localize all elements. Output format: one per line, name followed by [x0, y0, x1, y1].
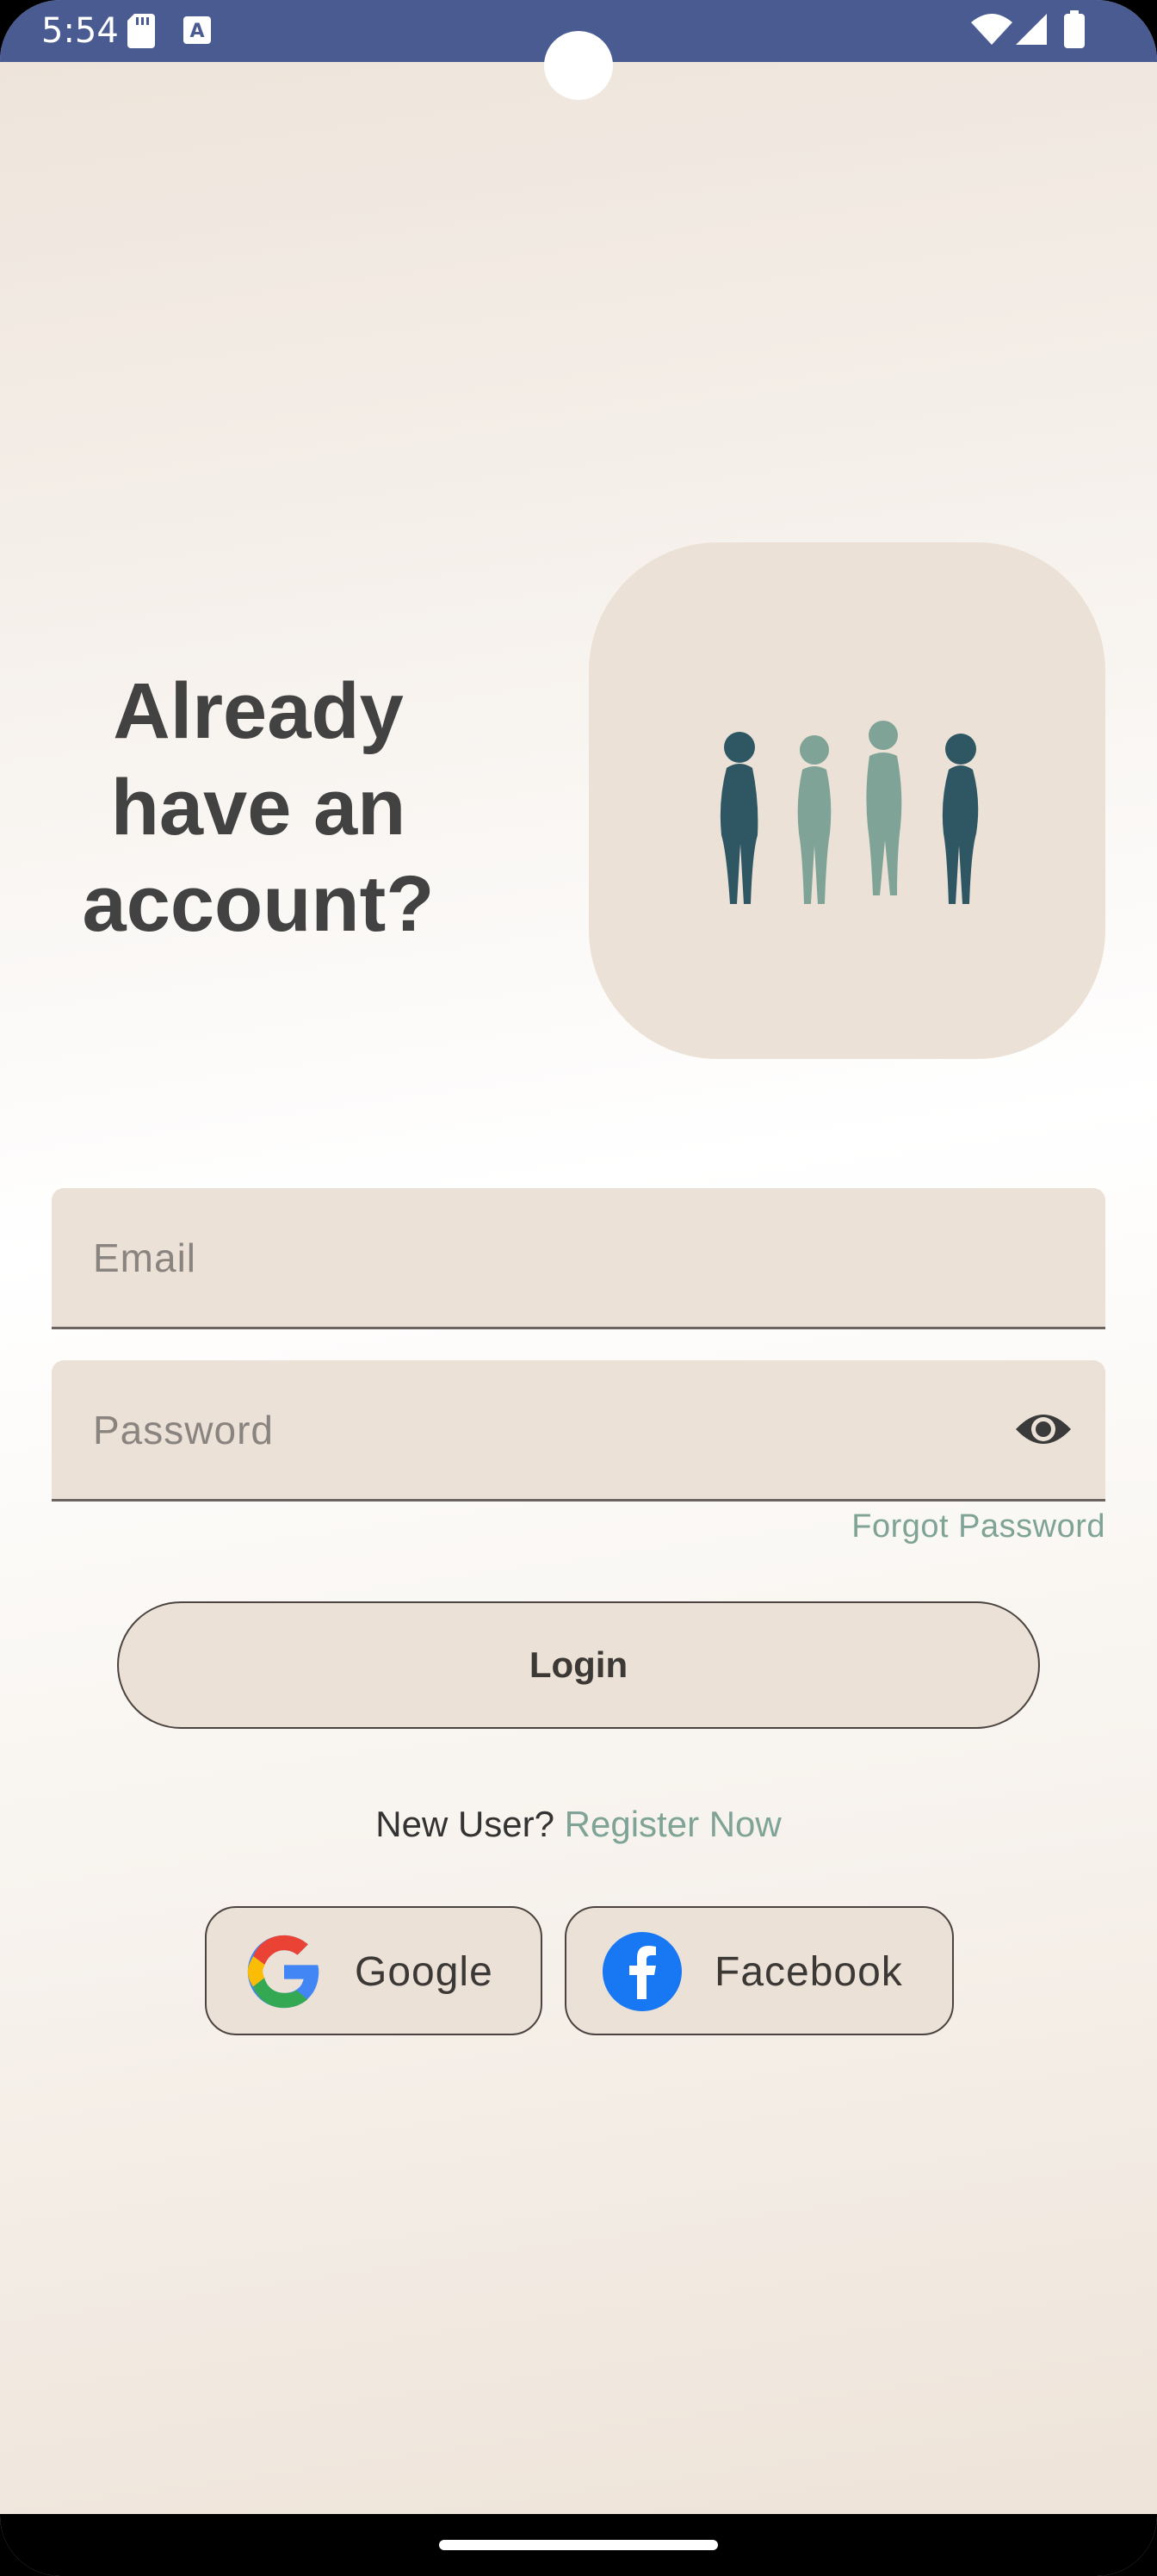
facebook-button[interactable]: Facebook — [565, 1906, 954, 2035]
facebook-label: Facebook — [715, 1949, 903, 1995]
signal-icon — [1016, 14, 1047, 45]
password-input[interactable] — [93, 1360, 997, 1499]
facebook-logo-icon — [603, 1932, 682, 2011]
sd-card-icon — [127, 14, 155, 48]
login-button[interactable]: Login — [117, 1601, 1040, 1729]
illustration-card — [589, 542, 1105, 1059]
title-line-1: Already — [113, 667, 404, 755]
battery-icon — [1064, 10, 1085, 48]
autofill-a-icon: A — [183, 16, 211, 44]
eye-icon[interactable] — [1014, 1407, 1073, 1452]
camera-cutout — [544, 31, 613, 100]
forgot-password-link[interactable]: Forgot Password — [851, 1508, 1105, 1545]
email-input[interactable] — [93, 1188, 997, 1327]
email-field[interactable] — [52, 1188, 1105, 1329]
status-time: 5:54 — [41, 11, 119, 51]
register-now-link[interactable]: Register Now — [565, 1804, 782, 1844]
new-user-text: New User? — [375, 1804, 554, 1844]
register-prompt: New User? Register Now — [0, 1804, 1157, 1845]
wifi-icon — [971, 14, 1012, 45]
google-logo-icon — [247, 1935, 319, 2009]
home-indicator[interactable] — [439, 2540, 718, 2550]
password-field[interactable] — [52, 1360, 1105, 1502]
google-label: Google — [355, 1949, 493, 1995]
page-title: Already have an account? — [34, 663, 482, 952]
google-button[interactable]: Google — [205, 1906, 542, 2035]
title-line-2: have an — [110, 764, 406, 851]
title-line-3: account? — [82, 860, 435, 948]
login-screen: 5:54 A Already have an account? Email Fo… — [0, 0, 1157, 2576]
people-group-icon — [720, 721, 979, 904]
svg-text:A: A — [189, 21, 204, 42]
